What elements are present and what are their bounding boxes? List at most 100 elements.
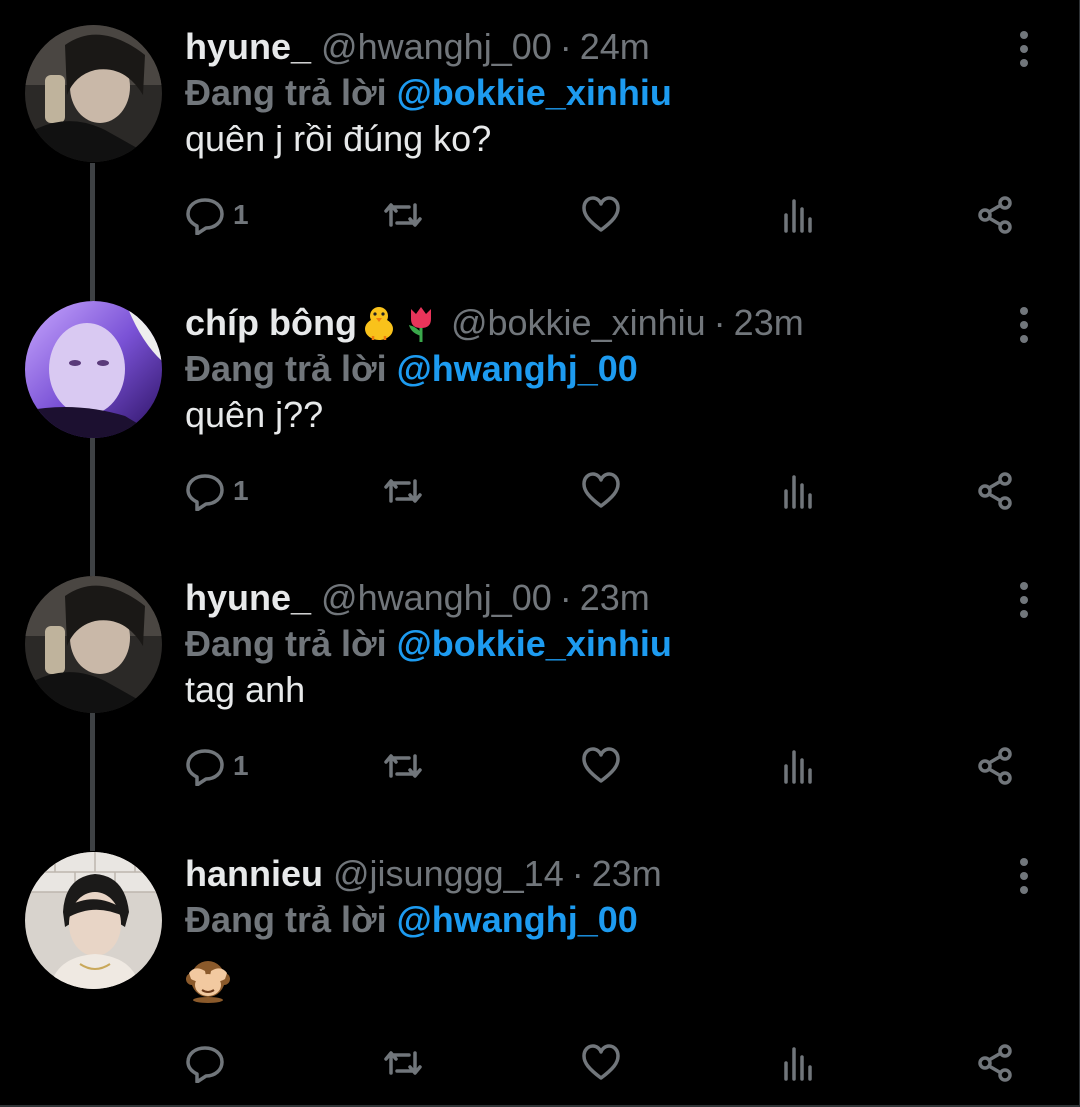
like-button[interactable] [581, 1038, 621, 1088]
reply-button[interactable]: 1 [185, 466, 249, 516]
views-button[interactable] [779, 466, 819, 516]
baby-chick-emoji [364, 307, 393, 340]
replying-prefix: Đang trả lời [185, 348, 387, 389]
separator: · [571, 853, 584, 894]
share-icon [978, 1044, 1012, 1082]
tweet-text: tag anh [185, 669, 306, 710]
share-icon [978, 196, 1012, 234]
tweet[interactable]: chíp bông @bokkie_xinhiu · 23m Đang trả … [0, 276, 1080, 552]
see-no-evil-monkey-emoji [186, 961, 230, 1003]
separator: · [559, 26, 572, 67]
display-name[interactable]: hyune_ [185, 577, 311, 619]
share-icon [978, 747, 1012, 785]
reply-button[interactable]: 1 [185, 741, 249, 791]
username[interactable]: @bokkie_xinhiu [451, 302, 706, 344]
reply-button[interactable]: 1 [185, 190, 249, 240]
like-button[interactable] [581, 466, 621, 516]
share-button[interactable] [975, 741, 1015, 791]
avatar-image [25, 301, 162, 438]
tweet-text [185, 959, 231, 1012]
views-button[interactable] [779, 1038, 819, 1088]
tweet[interactable]: hyune_ @hwanghj_00 · 23m Đang trả lời @b… [0, 551, 1080, 827]
more-icon[interactable] [1012, 857, 1036, 895]
retweet-button[interactable] [383, 1038, 423, 1088]
replying-to: Đang trả lời @bokkie_xinhiu [185, 72, 672, 114]
mention-link[interactable]: @bokkie_xinhiu [397, 72, 672, 113]
reply-button[interactable] [185, 1038, 225, 1088]
avatar-image [25, 852, 162, 989]
action-bar: 1 [185, 741, 1035, 791]
more-icon[interactable] [1012, 30, 1036, 68]
timestamp[interactable]: 24m [580, 26, 650, 68]
reply-icon [186, 1046, 224, 1083]
separator: · [713, 302, 726, 343]
retweet-button[interactable] [383, 190, 423, 240]
retweet-button[interactable] [383, 741, 423, 791]
avatar[interactable] [25, 852, 162, 989]
more-icon[interactable] [1012, 581, 1036, 619]
avatar-image [25, 25, 162, 162]
separator: · [559, 577, 572, 618]
like-icon [582, 196, 620, 232]
reply-count: 1 [233, 475, 249, 506]
display-name[interactable]: chíp bông [185, 302, 357, 344]
like-button[interactable] [581, 741, 621, 791]
like-icon [582, 472, 620, 508]
replying-to: Đang trả lời @hwanghj_00 [185, 348, 638, 390]
retweet-icon [384, 203, 422, 227]
username[interactable]: @jisunggg_14 [333, 853, 564, 895]
like-icon [582, 747, 620, 783]
avatar[interactable] [25, 25, 162, 162]
timestamp[interactable]: 23m [580, 577, 650, 619]
share-button[interactable] [975, 466, 1015, 516]
tweet-header: hyune_ @hwanghj_00 · 24m [185, 24, 650, 70]
replying-prefix: Đang trả lời [185, 72, 387, 113]
tweet-header: hannieu @jisunggg_14 · 23m [185, 851, 662, 897]
display-name[interactable]: hyune_ [185, 26, 311, 68]
mention-link[interactable]: @hwanghj_00 [397, 348, 638, 389]
views-button[interactable] [779, 741, 819, 791]
replying-to: Đang trả lời @hwanghj_00 [185, 899, 638, 941]
views-icon [784, 199, 812, 233]
username[interactable]: @hwanghj_00 [321, 577, 552, 619]
avatar[interactable] [25, 301, 162, 438]
timestamp[interactable]: 23m [734, 302, 804, 344]
avatar[interactable] [25, 576, 162, 713]
like-icon [582, 1044, 620, 1080]
tweet-text: quên j?? [185, 394, 324, 435]
tulip-emoji [408, 307, 431, 342]
display-name[interactable]: hannieu [185, 853, 323, 895]
timestamp[interactable]: 23m [592, 853, 662, 895]
tweet[interactable]: hyune_ @hwanghj_00 · 24m Đang trả lời @b… [0, 0, 1080, 276]
username[interactable]: @hwanghj_00 [321, 26, 552, 68]
action-bar: 1 [185, 466, 1035, 516]
avatar-image [25, 576, 162, 713]
views-icon [784, 1047, 812, 1081]
reply-icon [186, 749, 224, 786]
mention-link[interactable]: @hwanghj_00 [397, 899, 638, 940]
retweet-icon [384, 754, 422, 778]
reply-count: 1 [233, 199, 249, 230]
share-button[interactable] [975, 190, 1015, 240]
views-icon [784, 750, 812, 784]
more-icon[interactable] [1012, 306, 1036, 344]
views-icon [784, 475, 812, 509]
share-button[interactable] [975, 1038, 1015, 1088]
share-icon [978, 472, 1012, 510]
views-button[interactable] [779, 190, 819, 240]
retweet-icon [384, 479, 422, 503]
replying-prefix: Đang trả lời [185, 623, 387, 664]
tweet[interactable]: hannieu @jisunggg_14 · 23m Đang trả lời … [0, 827, 1080, 1103]
tweet-text: quên j rồi đúng ko? [185, 118, 492, 159]
tweet-header: chíp bông @bokkie_xinhiu · 23m [185, 300, 804, 346]
tweet-header: hyune_ @hwanghj_00 · 23m [185, 575, 650, 621]
replying-to: Đang trả lời @bokkie_xinhiu [185, 623, 672, 665]
timeline: hyune_ @hwanghj_00 · 24m Đang trả lời @b… [0, 0, 1080, 1107]
retweet-button[interactable] [383, 466, 423, 516]
action-bar: 1 [185, 190, 1035, 240]
mention-link[interactable]: @bokkie_xinhiu [397, 623, 672, 664]
reply-icon [186, 198, 224, 235]
retweet-icon [384, 1051, 422, 1075]
reply-count: 1 [233, 750, 249, 781]
like-button[interactable] [581, 190, 621, 240]
